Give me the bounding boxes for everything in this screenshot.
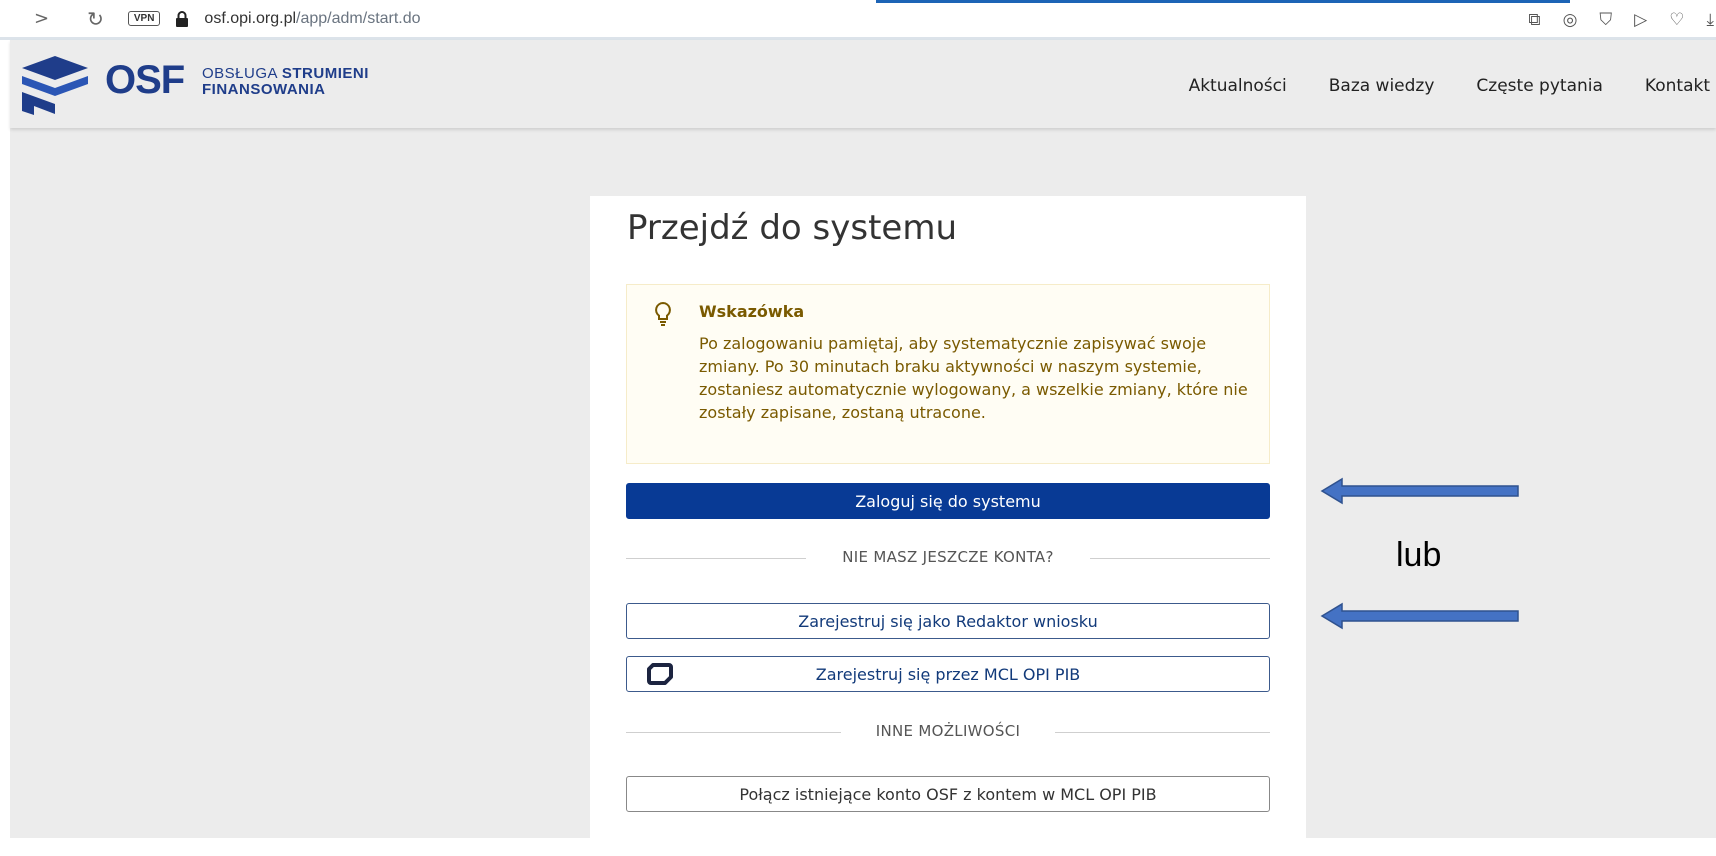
main-nav: Aktualności Baza wiedzy Częste pytania K… <box>1147 76 1710 96</box>
divider-other-options: INNE MOŻLIWOŚCI <box>626 722 1270 742</box>
share-icon[interactable]: ⧉ <box>1528 10 1540 30</box>
logo-text[interactable]: OSF <box>105 56 185 104</box>
mcl-logo-icon <box>647 663 673 685</box>
divider-line <box>1055 732 1270 733</box>
hint-title: Wskazówka <box>699 302 805 321</box>
hint-box: Wskazówka Po zalogowaniu pamiętaj, aby s… <box>626 284 1270 464</box>
url-host: osf.opi.org.pl <box>204 9 297 27</box>
lightbulb-icon <box>655 301 671 326</box>
divider-line <box>1090 558 1270 559</box>
divider-no-account: NIE MASZ JESZCZE KONTA? <box>626 548 1270 568</box>
osf-logo-icon[interactable] <box>20 54 90 116</box>
page-load-indicator <box>876 0 1570 3</box>
reload-icon[interactable]: ↻ <box>87 7 104 31</box>
browser-toolbar: > ↻ VPN osf.opi.org.pl/app/adm/start.do … <box>0 0 1716 40</box>
vpn-badge[interactable]: VPN <box>127 11 161 26</box>
download-icon[interactable]: ⤓ <box>1706 10 1714 30</box>
hint-text: Po zalogowaniu pamiętaj, aby systematycz… <box>699 334 1248 422</box>
annotation-arrow-left <box>1320 602 1519 630</box>
divider-label: INNE MOŻLIWOŚCI <box>875 722 1021 740</box>
camera-icon[interactable]: ◎ <box>1563 10 1578 30</box>
register-mcl-label: Zarejestruj się przez MCL OPI PIB <box>815 664 1081 684</box>
page-title: Przejdź do systemu <box>627 208 957 248</box>
site-header: OSF OBSŁUGA STRUMIENI FINANSOWANIA Aktua… <box>10 40 1716 128</box>
logo-sub-line2: FINANSOWANIA <box>202 81 326 98</box>
back-icon[interactable]: > <box>34 8 49 29</box>
register-editor-button[interactable]: Zarejestruj się jako Redaktor wniosku <box>626 603 1270 639</box>
nav-contact[interactable]: Kontakt <box>1645 76 1710 96</box>
shield-icon[interactable]: ⛉ <box>1599 10 1612 30</box>
logo-sub-word1: OBSŁUGA <box>202 65 282 82</box>
register-mcl-button[interactable]: Zarejestruj się przez MCL OPI PIB <box>626 656 1270 692</box>
logo-subtitle: OBSŁUGA STRUMIENI FINANSOWANIA <box>202 66 369 98</box>
login-card: Przejdź do systemu Wskazówka Po zalogowa… <box>590 196 1306 856</box>
nav-knowledge-base[interactable]: Baza wiedzy <box>1329 76 1435 96</box>
address-bar[interactable]: osf.opi.org.pl/app/adm/start.do <box>204 10 420 28</box>
or-label: lub <box>1396 536 1442 574</box>
nav-news[interactable]: Aktualności <box>1189 76 1287 96</box>
url-path: /app/adm/start.do <box>296 9 421 27</box>
logo-sub-word2: STRUMIENI <box>281 65 369 82</box>
annotation-arrow-left <box>1320 477 1519 505</box>
link-account-button[interactable]: Połącz istniejące konto OSF z kontem w M… <box>626 776 1270 812</box>
lock-icon <box>176 10 189 27</box>
divider-label: NIE MASZ JESZCZE KONTA? <box>842 548 1054 566</box>
nav-faq[interactable]: Częste pytania <box>1476 76 1603 96</box>
login-button[interactable]: Zaloguj się do systemu <box>626 483 1270 519</box>
heart-icon[interactable]: ♡ <box>1669 10 1684 30</box>
send-icon[interactable]: ▷ <box>1634 10 1647 30</box>
